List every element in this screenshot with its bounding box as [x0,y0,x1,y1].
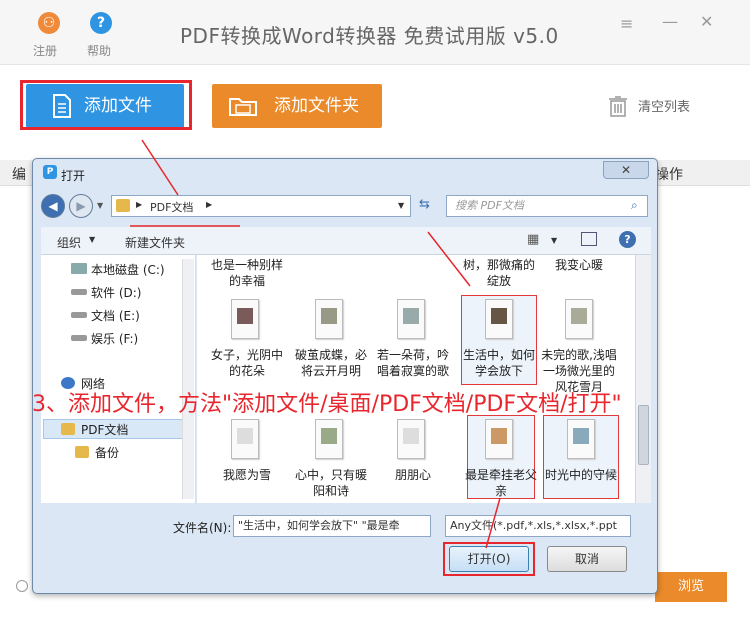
drive-icon [71,289,87,295]
forward-icon[interactable]: ▶ [69,194,93,218]
navigation-pane: 本地磁盘 (C:) 软件 (D:) 文档 (E:) 娱乐 (F:) 网络 PDF… [41,255,196,503]
drive-icon [71,263,87,274]
drive-icon [71,335,87,341]
help-icon[interactable]: ? [619,231,636,248]
highlight-frame [443,542,535,576]
address-bar[interactable]: ▶ PDF文档 ▶ ▼ [111,195,411,217]
pdf-thumbnail-icon[interactable] [565,299,593,339]
chevron-right-icon: ▶ [206,200,213,209]
file-item-label[interactable]: 树，那微痛的绽放 [461,257,537,289]
chevron-down-icon[interactable]: ▼ [398,201,404,210]
file-item-label[interactable]: 破茧成蝶，必将云开月明 [293,347,369,379]
pdf-thumbnail-icon[interactable] [567,419,595,459]
menu-icon[interactable]: ≡ [620,14,633,33]
refresh-icon[interactable]: ⇆ [419,197,430,212]
minimize-icon[interactable]: — [662,12,678,31]
preview-pane-icon[interactable] [581,232,597,246]
help-icon[interactable]: ? [90,12,112,34]
pdf-thumbnail-icon[interactable] [485,299,513,339]
filename-input[interactable]: "生活中，如何学会放下" "最是牵 [233,515,431,537]
chevron-right-icon: ▶ [136,200,143,209]
chevron-down-icon[interactable]: ▼ [551,236,557,245]
add-folder-label: 添加文件夹 [274,96,359,116]
search-input[interactable]: 搜索 PDF文档 [446,195,648,217]
browse-button[interactable]: 浏览 [655,572,727,602]
pdf-thumbnail-icon[interactable] [231,299,259,339]
add-folder-button[interactable]: 添加文件夹 [212,84,382,128]
help-label[interactable]: 帮助 [87,42,111,59]
nav-scrollbar[interactable] [182,259,194,499]
file-item-label[interactable]: 若一朵荷，吟唱着寂寞的歌 [375,347,451,379]
highlight-frame [20,80,192,130]
file-list-scrollbar[interactable] [635,255,651,503]
scrollbar-thumb[interactable] [638,405,649,465]
open-dialog: P 打开 ✕ ◀ ▶ ▼ ▶ PDF文档 ▶ ▼ ⇆ 搜索 PDF文档 ⌕ 组织… [32,158,658,594]
history-dropdown-icon[interactable]: ▼ [97,201,103,210]
column-actions: 操作 [655,167,683,183]
file-item-label[interactable]: 最是牵挂老父亲 [463,467,539,499]
file-item-label[interactable]: 也是一种别样的幸福 [209,257,285,289]
pdf-thumbnail-icon[interactable] [485,419,513,459]
new-folder-button[interactable]: 新建文件夹 [125,234,185,251]
clear-list-button[interactable]: 清空列表 [638,96,690,115]
address-crumb[interactable]: PDF文档 [150,199,193,215]
trash-icon[interactable] [608,95,628,117]
folder-icon [61,423,75,435]
nav-item-drive-e[interactable]: 文档 (E:) [91,307,140,324]
file-item-label[interactable]: 生活中，如何学会放下 [461,347,537,379]
filename-label: 文件名(N): [173,521,232,535]
pdf-thumbnail-icon[interactable] [231,419,259,459]
app-icon: P [43,165,57,179]
pdf-thumbnail-icon[interactable] [397,419,425,459]
file-item-label[interactable]: 心中，只有暖阳和诗 [293,467,369,499]
register-label[interactable]: 注册 [33,42,57,59]
folder-icon [75,446,89,458]
nav-item-drive-c[interactable]: 本地磁盘 (C:) [91,261,165,278]
column-index: 编 [12,167,26,183]
dialog-title: 打开 [61,169,86,183]
search-icon: ⌕ [631,198,638,212]
file-item-label[interactable]: 女子，光阴中的花朵 [209,347,285,379]
nav-item-drive-f[interactable]: 娱乐 (F:) [91,330,138,347]
folder-icon [116,199,130,212]
app-title: PDF转换成Word转换器 免费试用版 v5.0 [180,24,559,48]
view-grid-icon[interactable]: ▦ [527,232,539,247]
pdf-thumbnail-icon[interactable] [315,419,343,459]
pdf-thumbnail-icon[interactable] [315,299,343,339]
organize-button[interactable]: 组织 [57,234,81,251]
chevron-down-icon[interactable]: ▼ [89,235,95,244]
back-icon[interactable]: ◀ [41,194,65,218]
drive-icon [71,312,87,318]
file-list: 也是一种别样的幸福 树，那微痛的绽放 我变心暖 女子，光阴中的花朵 破茧成蝶，必… [197,255,635,503]
close-icon[interactable]: ✕ [700,12,713,31]
output-radio[interactable] [16,580,28,592]
dialog-close-button[interactable]: ✕ [603,161,649,179]
nav-item-backup[interactable]: 备份 [95,444,119,461]
nav-item-drive-d[interactable]: 软件 (D:) [91,284,141,301]
cancel-button[interactable]: 取消 [547,546,627,572]
command-bar: 组织 ▼ 新建文件夹 ▦ ▼ ? [41,227,651,255]
file-item-label[interactable]: 我愿为雪 [209,467,285,483]
file-item-label[interactable]: 时光中的守候 [543,467,619,483]
nav-item-pdf-docs[interactable]: PDF文档 [81,421,128,438]
register-icon[interactable]: ⚇ [38,12,60,34]
pdf-thumbnail-icon[interactable] [397,299,425,339]
folder-icon [229,98,257,116]
file-item-label[interactable]: 朋朋心 [375,467,451,483]
app-header: ⚇ 注册 ? 帮助 PDF转换成Word转换器 免费试用版 v5.0 ≡ — ✕ [0,0,750,65]
tutorial-annotation: 3、添加文件，方法"添加文件/桌面/PDF文档/PDF文档/打开" [32,392,622,417]
file-item-label[interactable]: 我变心暖 [541,257,617,273]
file-type-select[interactable]: Any文件(*.pdf,*.xls,*.xlsx,*.ppt [445,515,631,537]
